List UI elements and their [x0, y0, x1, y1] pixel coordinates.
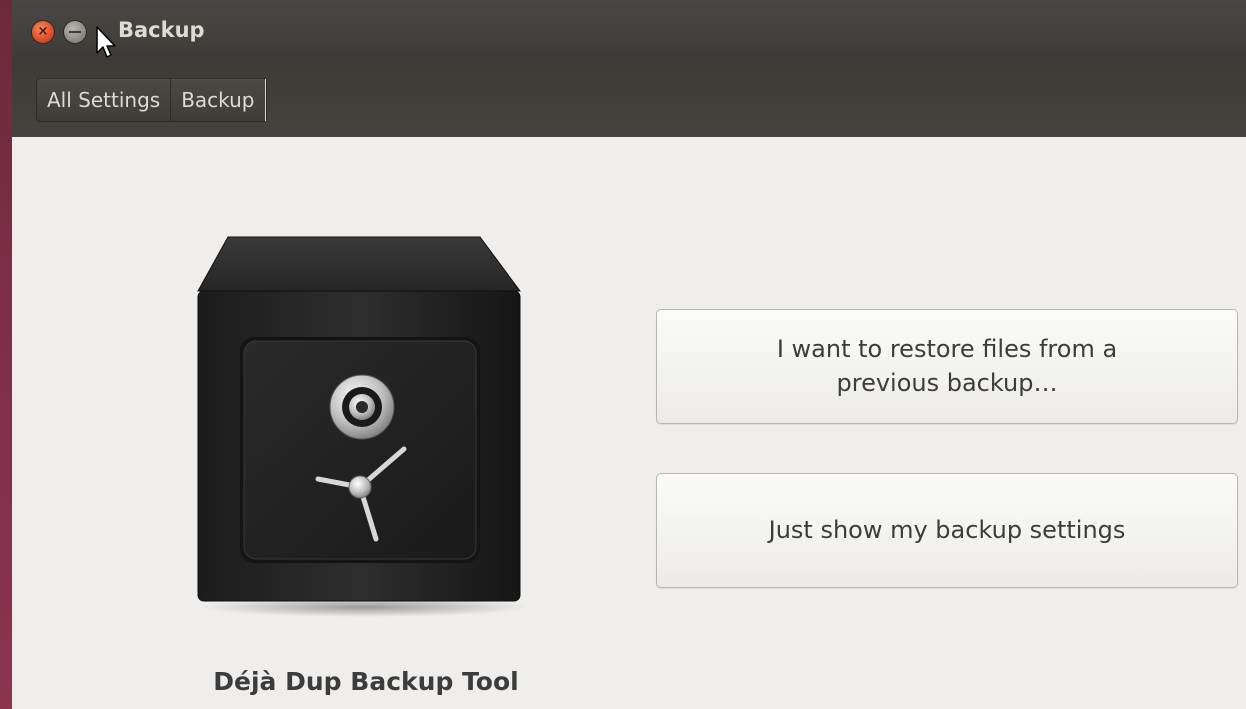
app-name: Déjà Dup Backup Tool [213, 667, 519, 696]
minimize-button[interactable] [64, 21, 86, 43]
breadcrumb-item-all-settings[interactable]: All Settings [37, 79, 172, 121]
desktop-wallpaper [0, 0, 12, 709]
backup-window: × Backup All Settings Backup Déjà Dup Ba… [12, 0, 1246, 709]
restore-files-button-label: I want to restore files from a previous … [776, 334, 1118, 397]
toolbar: All Settings Backup [12, 62, 1246, 137]
breadcrumb-item-backup[interactable]: Backup [171, 79, 266, 121]
close-button[interactable]: × [32, 21, 54, 43]
breadcrumb: All Settings Backup [36, 78, 267, 122]
show-settings-button-label: Just show my backup settings [768, 515, 1126, 544]
main-content: Déjà Dup Backup Tool I want to restore f… [12, 137, 1246, 709]
safe-icon [197, 236, 530, 617]
screen: × Backup All Settings Backup Déjà Dup Ba… [0, 0, 1246, 709]
close-icon: × [37, 24, 49, 39]
window-title: Backup [118, 18, 205, 42]
restore-files-button[interactable]: I want to restore files from a previous … [656, 309, 1238, 424]
mouse-pointer-icon [96, 26, 116, 58]
show-settings-button[interactable]: Just show my backup settings [656, 473, 1238, 588]
titlebar[interactable]: × Backup [12, 0, 1246, 62]
minimize-icon [69, 31, 81, 33]
